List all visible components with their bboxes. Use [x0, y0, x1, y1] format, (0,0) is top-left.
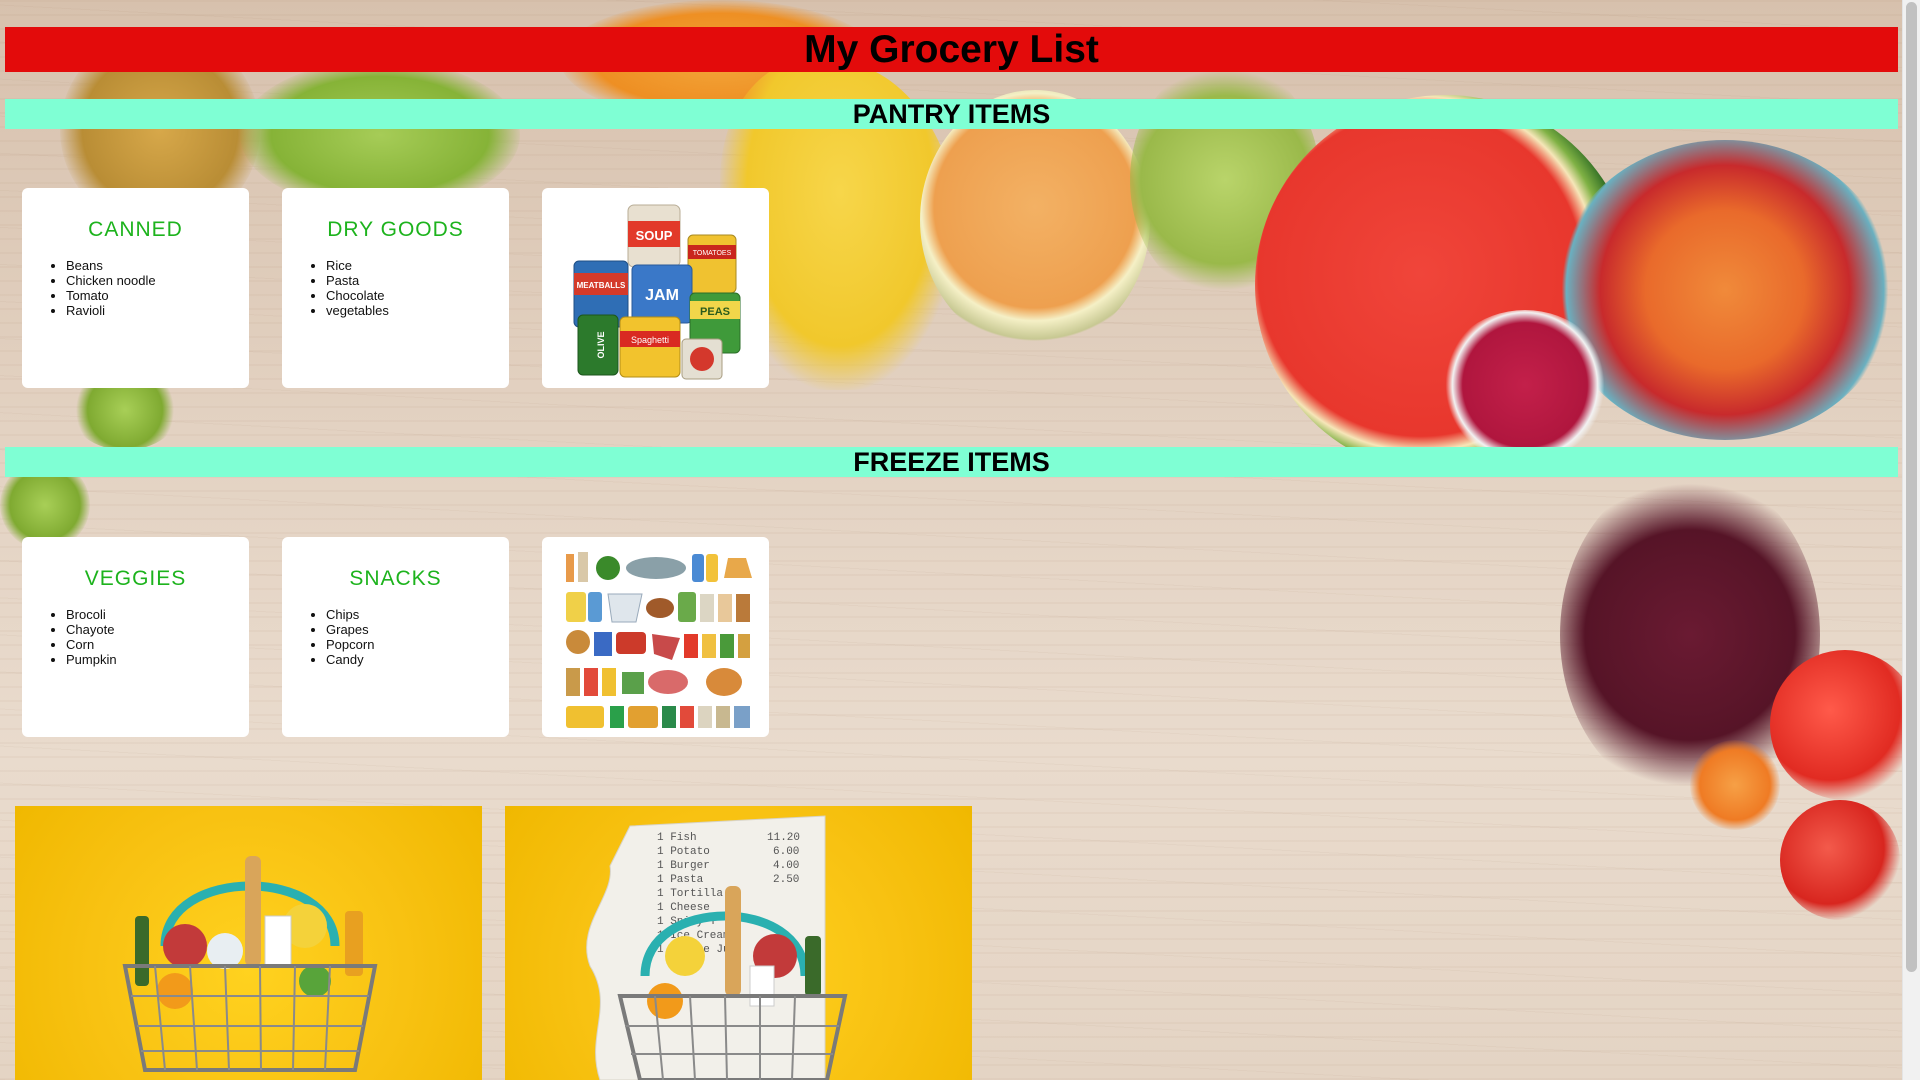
soup-label: SOUP — [635, 228, 672, 243]
page-title: My Grocery List — [804, 27, 1099, 71]
canned-goods-illustration-icon: SOUP TOMATOES MEATBALLS JAM PEAS OLIVE S… — [573, 204, 740, 380]
grocery-basket-receipt-image: 1 Fish 1 Potato 1 Burger 1 Pasta 1 Torti… — [505, 806, 972, 1080]
scrollbar-thumb[interactable] — [1906, 2, 1917, 972]
receipt-line: 1 Potato — [657, 846, 710, 858]
list-item: Candy — [326, 652, 509, 667]
apricot-decoration — [1690, 740, 1780, 830]
item-list: Brocoli Chayote Corn Pumpkin — [22, 607, 249, 667]
item-list: Rice Pasta Chocolate vegetables — [282, 258, 509, 318]
olive-label: OLIVE — [596, 331, 606, 358]
receipt-line: 1 Burger — [657, 860, 710, 872]
page-header: My Grocery List — [5, 27, 1898, 72]
dry-goods-card: DRY GOODS Rice Pasta Chocolate vegetable… — [282, 188, 509, 388]
card-title: VEGGIES — [84, 567, 187, 590]
list-item: Grapes — [326, 622, 509, 637]
grocery-basket-receipt-photo-icon: 1 Fish 1 Potato 1 Burger 1 Pasta 1 Torti… — [586, 815, 848, 1080]
card-title: CANNED — [88, 218, 183, 241]
canned-goods-image: SOUP TOMATOES MEATBALLS JAM PEAS OLIVE S… — [542, 188, 769, 388]
list-item: Chips — [326, 607, 509, 622]
vertical-scrollbar[interactable] — [1902, 0, 1920, 1080]
card-title: DRY GOODS — [327, 218, 464, 241]
pantry-section-header: PANTRY ITEMS — [5, 99, 1898, 129]
receipt-price: 6.00 — [773, 846, 799, 858]
tomatoes-label: TOMATOES — [692, 250, 731, 257]
list-item: Corn — [66, 637, 249, 652]
frozen-foods-grid-illustration-icon — [565, 552, 752, 728]
raspberries-decoration — [1440, 310, 1610, 460]
receipt-price: 11.20 — [767, 832, 800, 844]
receipt-line: 1 Cheese — [657, 902, 710, 914]
list-item: Chicken noodle — [66, 273, 249, 288]
list-item: Popcorn — [326, 637, 509, 652]
item-list: Chips Grapes Popcorn Candy — [282, 607, 509, 667]
receipt-line: 1 Pasta — [657, 874, 704, 886]
receipt-price: 4.00 — [773, 860, 799, 872]
receipt-price: 2.50 — [773, 874, 799, 886]
freeze-section-header: FREEZE ITEMS — [5, 447, 1898, 477]
spaghetti-label: Spaghetti — [630, 335, 668, 345]
list-item: Tomato — [66, 288, 249, 303]
receipt-line: 1 Tortilla — [657, 888, 723, 900]
snacks-card: SNACKS Chips Grapes Popcorn Candy — [282, 537, 509, 737]
pantry-section-title: PANTRY ITEMS — [852, 98, 1051, 129]
red-apple-decoration — [1780, 800, 1900, 920]
meatballs-label: MEATBALLS — [576, 281, 625, 290]
receipt-line: 1 Fish — [657, 832, 697, 844]
list-item: Rice — [326, 258, 509, 273]
grocery-basket-photo-icon — [122, 856, 378, 1072]
list-item: Brocoli — [66, 607, 249, 622]
list-item: Ravioli — [66, 303, 249, 318]
peas-label: PEAS — [700, 306, 730, 318]
list-item: vegetables — [326, 303, 509, 318]
list-item: Chayote — [66, 622, 249, 637]
item-list: Beans Chicken noodle Tomato Ravioli — [22, 258, 249, 318]
list-item: Chocolate — [326, 288, 509, 303]
frozen-foods-image — [542, 537, 769, 737]
freeze-section-title: FREEZE ITEMS — [853, 446, 1050, 477]
veggies-card: VEGGIES Brocoli Chayote Corn Pumpkin — [22, 537, 249, 737]
list-item: Beans — [66, 258, 249, 273]
canned-card: CANNED Beans Chicken noodle Tomato Ravio… — [22, 188, 249, 388]
list-item: Pasta — [326, 273, 509, 288]
jam-label: JAM — [645, 287, 679, 304]
red-apple-decoration — [1770, 650, 1920, 800]
list-item: Pumpkin — [66, 652, 249, 667]
card-title: SNACKS — [349, 567, 442, 590]
grocery-basket-image — [15, 806, 482, 1080]
